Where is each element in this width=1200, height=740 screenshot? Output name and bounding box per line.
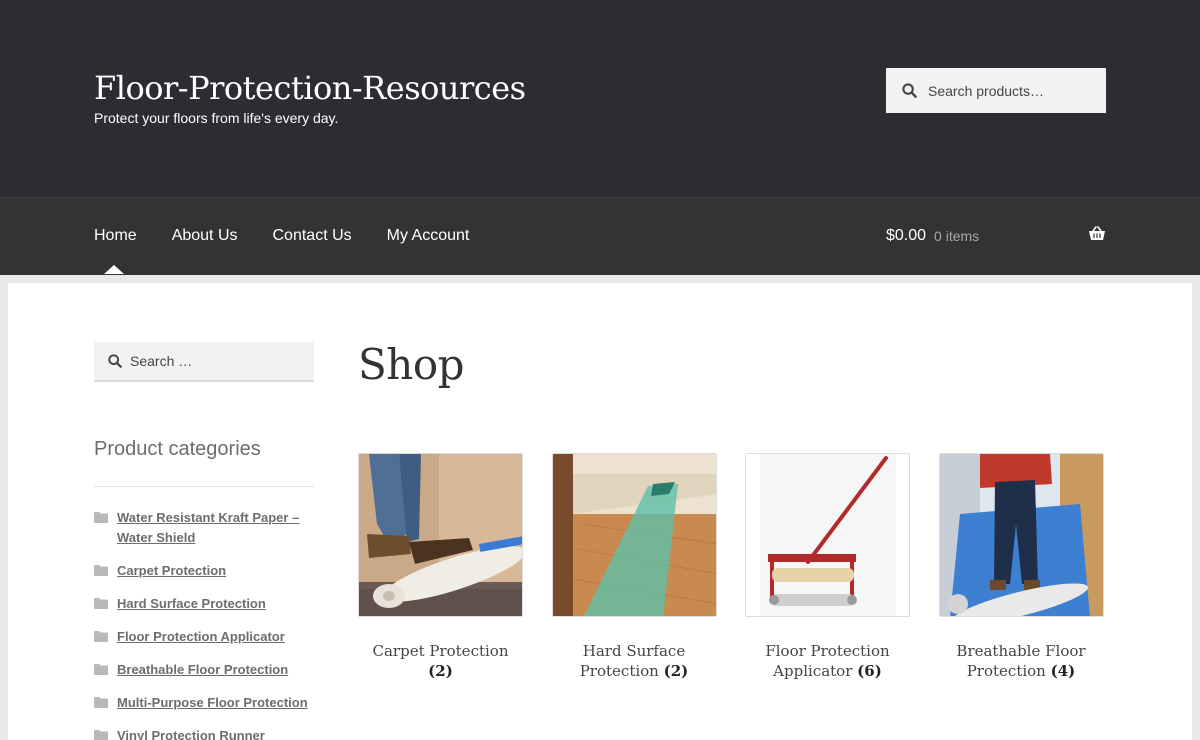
- nav-menu: Home About Us Contact Us My Account: [94, 197, 504, 275]
- category-link-floor-protection-applicator[interactable]: Floor Protection Applicator: [117, 627, 285, 647]
- product-search-box[interactable]: [886, 68, 1106, 113]
- cart-count: 0 items: [934, 228, 980, 244]
- product-category-card[interactable]: Carpet Protection (2): [358, 453, 523, 681]
- category-item: Breathable Floor Protection: [94, 660, 314, 680]
- folder-icon: [94, 510, 108, 528]
- product-image-breathable-floor-protection[interactable]: [938, 453, 1104, 617]
- basket-icon[interactable]: [1088, 226, 1106, 246]
- nav-item-about-us[interactable]: About Us: [172, 227, 238, 245]
- product-category-card[interactable]: Hard Surface Protection (2): [551, 453, 717, 681]
- folder-icon: [94, 728, 108, 740]
- site-header: Floor-Protection-Resources Protect your …: [0, 0, 1200, 197]
- category-item: Vinyl Protection Runner: [94, 726, 314, 740]
- product-count: (6): [857, 662, 882, 680]
- category-item: Floor Protection Applicator: [94, 627, 314, 647]
- categories-title: Product categories: [94, 438, 261, 460]
- product-category-card[interactable]: Floor Protection Applicator (6): [745, 453, 910, 681]
- category-list: Water Resistant Kraft Paper – Water Shie…: [94, 508, 314, 740]
- nav-item-my-account[interactable]: My Account: [387, 227, 470, 245]
- product-count: (2): [663, 662, 689, 680]
- category-item: Hard Surface Protection: [94, 594, 314, 614]
- product-category-name[interactable]: Floor Protection Applicator (6): [745, 641, 910, 681]
- nav-item-contact-us[interactable]: Contact Us: [273, 227, 352, 245]
- category-item: Water Resistant Kraft Paper – Water Shie…: [94, 508, 314, 548]
- product-name-text: Carpet Protection: [372, 642, 509, 660]
- product-count: (4): [1050, 662, 1076, 680]
- product-image-hard-surface-protection[interactable]: [551, 453, 717, 617]
- product-search-input[interactable]: [922, 82, 1092, 99]
- folder-icon: [94, 629, 108, 647]
- category-link-multi-purpose-floor-protection[interactable]: Multi-Purpose Floor Protection: [117, 693, 308, 713]
- product-category-card[interactable]: Breathable Floor Protection (4): [938, 453, 1104, 681]
- sidebar-search-box[interactable]: [94, 342, 314, 382]
- site-title[interactable]: Floor-Protection-Resources: [94, 68, 526, 108]
- product-count: (2): [428, 662, 453, 680]
- divider: [94, 486, 314, 487]
- product-category-name[interactable]: Carpet Protection (2): [358, 641, 523, 681]
- cart-amount: $0.00: [886, 227, 927, 244]
- product-category-name[interactable]: Hard Surface Protection (2): [552, 641, 717, 681]
- sidebar-search-input[interactable]: [130, 353, 300, 369]
- folder-icon: [94, 695, 108, 713]
- product-category-name[interactable]: Breathable Floor Protection (4): [939, 641, 1104, 681]
- category-item: Carpet Protection: [94, 561, 314, 581]
- category-link-hard-surface-protection[interactable]: Hard Surface Protection: [117, 594, 266, 614]
- cart-link[interactable]: $0.00 0 items: [886, 197, 1106, 275]
- search-icon: [886, 83, 922, 98]
- nav-item-home[interactable]: Home: [94, 227, 137, 274]
- page-title: Shop: [358, 340, 465, 389]
- category-link-breathable-floor-protection[interactable]: Breathable Floor Protection: [117, 660, 288, 680]
- search-icon: [94, 354, 122, 368]
- folder-icon: [94, 662, 108, 680]
- folder-icon: [94, 563, 108, 581]
- folder-icon: [94, 596, 108, 614]
- product-image-carpet-protection[interactable]: [358, 453, 523, 617]
- product-category-grid: Carpet Protection (2) Hard Surface Prote…: [358, 453, 1106, 681]
- category-link-carpet-protection[interactable]: Carpet Protection: [117, 561, 226, 581]
- product-image-floor-protection-applicator[interactable]: [745, 453, 910, 617]
- category-item: Multi-Purpose Floor Protection: [94, 693, 314, 713]
- category-link-vinyl-protection-runner[interactable]: Vinyl Protection Runner: [117, 726, 265, 740]
- primary-navigation: Home About Us Contact Us My Account $0.0…: [0, 197, 1200, 275]
- site-tagline: Protect your floors from life's every da…: [94, 110, 339, 126]
- site-branding: Floor-Protection-Resources Protect your …: [94, 68, 526, 126]
- category-link-water-resistant-kraft-paper[interactable]: Water Resistant Kraft Paper – Water Shie…: [117, 508, 314, 548]
